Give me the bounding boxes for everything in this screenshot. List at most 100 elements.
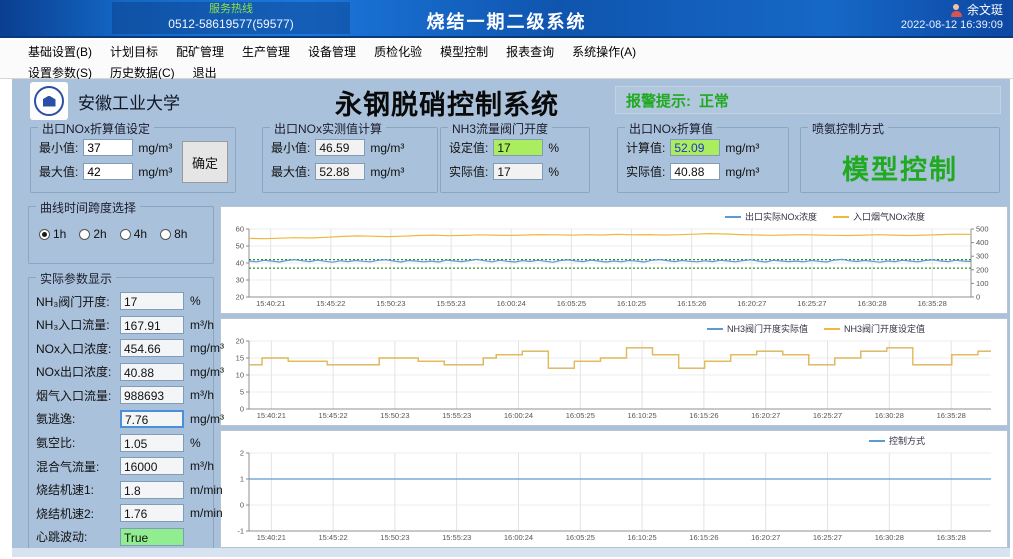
legend-color-dash: [707, 328, 723, 330]
param-row: 烧结机速2:1.76m/min: [36, 503, 213, 523]
unit-label: %: [548, 165, 559, 179]
menu-bar: 基础设置(B) 计划目标 配矿管理 生产管理 设备管理 质检化验 模型控制 报表查询 系统操作(…: [0, 40, 1013, 79]
max-label: 最大值:: [271, 163, 310, 180]
param-row: NH₃阀门开度:17%: [36, 291, 213, 311]
chart-svg: 0510152015:40:2115:45:2215:50:2315:55:23…: [223, 336, 1003, 422]
params-panel: 实际参数显示 NH₃阀门开度:17%NH₃入口流量:167.91m³/hNOx入…: [28, 277, 214, 555]
confirm-button[interactable]: 确定: [182, 141, 228, 183]
panel-title: 喷氨控制方式: [808, 120, 888, 137]
timespan-option-1h[interactable]: 1h: [39, 227, 66, 241]
param-unit: %: [190, 294, 201, 308]
nox-max-input[interactable]: [83, 163, 133, 180]
svg-text:15:45:22: 15:45:22: [318, 411, 347, 420]
menu-item-配矿管理[interactable]: 配矿管理: [176, 43, 224, 60]
svg-text:16:25:27: 16:25:27: [797, 299, 826, 308]
panel-nox-measured: 出口NOx实测值计算 最小值: 46.59 mg/m³ 最大值: 52.88 m…: [262, 127, 438, 193]
window-title: 烧结一期二级系统: [0, 8, 1013, 34]
param-row: 心跳波动:True: [36, 527, 213, 547]
unit-label: %: [548, 141, 559, 155]
param-unit: %: [190, 436, 201, 450]
panel-nox-setpoint: 出口NOx折算值设定 最小值: mg/m³ 最大值: mg/m³ 确定: [30, 127, 236, 193]
radio-icon[interactable]: [120, 229, 131, 240]
param-row: NOx入口浓度:454.66mg/m³: [36, 338, 213, 358]
legend-color-dash: [833, 216, 849, 218]
chart-legend: NH3阀门开度实际值NH3阀门开度设定值: [223, 321, 1005, 336]
param-value: 40.88: [120, 363, 184, 381]
params-list: NH₃阀门开度:17%NH₃入口流量:167.91m³/hNOx入口浓度:454…: [36, 291, 213, 547]
panel-title: 出口NOx折算值: [625, 120, 717, 137]
menu-item-报表查询[interactable]: 报表查询: [506, 43, 554, 60]
top-bar: 服务热线 0512-58619577(59577) 烧结一期二级系统 余文珽 2…: [0, 0, 1013, 38]
param-value: 17: [120, 292, 184, 310]
svg-text:100: 100: [976, 279, 989, 288]
unit-label: mg/m³: [725, 141, 759, 155]
panel-title: 出口NOx折算值设定: [38, 120, 154, 137]
param-label: 混合气流量:: [36, 458, 120, 475]
main-area: 安徽工业大学 永钢脱硝控制系统 报警提示: 正常 出口NOx折算值设定 最小值:…: [12, 79, 1010, 557]
measured-max-value: 52.88: [315, 163, 365, 180]
calc-label: 计算值:: [626, 139, 665, 156]
menu-item-生产管理[interactable]: 生产管理: [242, 43, 290, 60]
svg-text:16:05:25: 16:05:25: [566, 411, 595, 420]
measured-min-value: 46.59: [315, 139, 365, 156]
svg-text:15:50:23: 15:50:23: [380, 533, 409, 542]
svg-text:16:00:24: 16:00:24: [504, 411, 533, 420]
param-unit: mg/m³: [190, 341, 224, 355]
unit-label: mg/m³: [370, 165, 404, 179]
university-logo-icon: [30, 82, 68, 120]
param-label: NH₃阀门开度:: [36, 293, 120, 310]
menu-row-1: 基础设置(B) 计划目标 配矿管理 生产管理 设备管理 质检化验 模型控制 报表查询 系统操作(…: [0, 40, 1013, 61]
menu-item-模型控制[interactable]: 模型控制: [440, 43, 488, 60]
param-label: NOx入口浓度:: [36, 340, 120, 357]
svg-text:15:40:21: 15:40:21: [257, 533, 286, 542]
header-row: 安徽工业大学 永钢脱硝控制系统 报警提示: 正常: [12, 79, 1010, 123]
timespan-option-4h[interactable]: 4h: [120, 227, 147, 241]
svg-text:15: 15: [236, 354, 244, 363]
svg-text:400: 400: [976, 238, 989, 247]
param-unit: mg/m³: [190, 412, 224, 426]
param-value: 1.76: [120, 504, 184, 522]
alarm-label: 报警提示:: [626, 90, 691, 111]
svg-text:0: 0: [240, 405, 244, 414]
valve-actual-value: 17: [493, 163, 543, 180]
alarm-panel: 报警提示: 正常: [615, 86, 1001, 114]
svg-text:-1: -1: [237, 527, 244, 536]
timespan-option-8h[interactable]: 8h: [160, 227, 187, 241]
unit-label: mg/m³: [725, 165, 759, 179]
svg-text:200: 200: [976, 265, 989, 274]
svg-text:15:40:21: 15:40:21: [256, 299, 285, 308]
page-title: 永钢脱硝控制系统: [267, 83, 627, 122]
nox-min-input[interactable]: [83, 139, 133, 156]
menu-item-基础设置(B)[interactable]: 基础设置(B): [28, 43, 92, 60]
menu-item-质检化验[interactable]: 质检化验: [374, 43, 422, 60]
charts-column: 出口实际NOx浓度入口烟气NOx浓度 203040506001002003004…: [220, 206, 1008, 555]
svg-text:1: 1: [240, 475, 244, 484]
svg-text:30: 30: [236, 276, 244, 285]
param-row: NOx出口浓度:40.88mg/m³: [36, 362, 213, 382]
menu-item-计划目标[interactable]: 计划目标: [110, 43, 158, 60]
panel-nox-converted: 出口NOx折算值 计算值: 52.09 mg/m³ 实际值: 40.88 mg/…: [617, 127, 789, 193]
svg-text:16:00:24: 16:00:24: [504, 533, 533, 542]
svg-text:15:45:22: 15:45:22: [316, 299, 345, 308]
svg-text:15:55:23: 15:55:23: [436, 299, 465, 308]
legend-item: 出口实际NOx浓度: [725, 210, 817, 223]
app-window: { "top_bar": { "hotline_label": "服务热线", …: [0, 0, 1013, 559]
params-title: 实际参数显示: [36, 270, 116, 287]
chart-svg: -101215:40:2115:45:2215:50:2315:55:2316:…: [223, 448, 1003, 544]
param-row: 氨空比:1.05%: [36, 433, 213, 453]
svg-text:16:10:25: 16:10:25: [627, 411, 656, 420]
chart-legend: 出口实际NOx浓度入口烟气NOx浓度: [223, 209, 1005, 224]
radio-icon[interactable]: [79, 229, 90, 240]
menu-item-设备管理[interactable]: 设备管理: [308, 43, 356, 60]
param-label: 氨逃逸:: [36, 410, 120, 427]
legend-item: 控制方式: [869, 434, 925, 447]
user-name: 余文珽: [967, 3, 1003, 18]
radio-icon[interactable]: [160, 229, 171, 240]
panels-row: 出口NOx折算值设定 最小值: mg/m³ 最大值: mg/m³ 确定 出口NO…: [12, 127, 1010, 199]
unit-label: mg/m³: [138, 141, 172, 155]
menu-item-系统操作(A)[interactable]: 系统操作(A): [572, 43, 636, 60]
svg-text:16:30:28: 16:30:28: [857, 299, 886, 308]
timespan-option-2h[interactable]: 2h: [79, 227, 106, 241]
radio-icon[interactable]: [39, 229, 50, 240]
svg-text:16:30:28: 16:30:28: [875, 533, 904, 542]
